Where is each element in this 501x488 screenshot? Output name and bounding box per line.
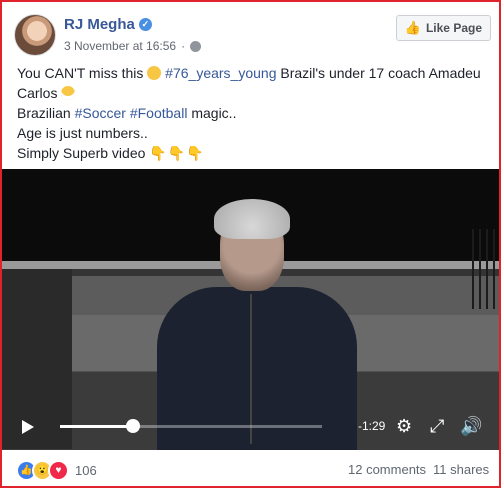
post-card: RJ Megha ✓ 3 November at 16:56 · 👍 Like … <box>0 0 501 488</box>
reaction-count: 106 <box>75 463 97 478</box>
fullscreen-icon[interactable]: ⤢ <box>430 415 444 437</box>
author-avatar[interactable] <box>14 14 56 56</box>
hashtag-football[interactable]: #Football <box>130 105 188 121</box>
coach-hair <box>214 199 290 239</box>
fence <box>472 229 499 309</box>
video-progress-track[interactable] <box>60 419 322 433</box>
post-timestamp[interactable]: 3 November at 16:56 <box>64 39 176 53</box>
text-line-4: Age is just numbers.. <box>17 125 148 141</box>
hot-face-emoji-icon <box>147 66 162 80</box>
play-icon[interactable] <box>22 420 34 434</box>
grimacing-emoji-icon <box>61 86 76 100</box>
like-page-button[interactable]: 👍 Like Page <box>395 15 491 41</box>
post-footer: 👍 😮 ♥ 106 12 comments 11 shares <box>2 450 499 486</box>
author-name[interactable]: RJ Megha <box>64 16 135 33</box>
reactions-summary[interactable]: 👍 😮 ♥ 106 <box>16 460 97 481</box>
like-page-label: Like Page <box>425 21 482 35</box>
video-player[interactable]: -1:29 ⚙ ⤢ 🔊 <box>2 169 499 450</box>
comments-count-link[interactable]: 12 comments <box>348 462 426 477</box>
time-remaining: -1:29 <box>358 419 386 433</box>
love-reaction-icon: ♥ <box>48 460 69 481</box>
pointing-down-emoji-icon: 👇👇👇 <box>149 145 205 161</box>
text-line-5: Simply Superb video 👇👇👇 <box>17 145 205 161</box>
text-line-1: You CAN'T miss this #76_years_young Braz… <box>17 65 481 81</box>
author-row: RJ Megha ✓ <box>64 16 152 33</box>
hashtag-76-years-young[interactable]: #76_years_young <box>165 65 276 81</box>
globe-icon <box>190 40 202 52</box>
text-line-3: Brazilian #Soccer #Football magic.. <box>17 105 237 121</box>
text-line-2: Carlos <box>17 83 487 103</box>
scrubber-handle[interactable] <box>126 419 141 433</box>
post-meta: 3 November at 16:56 · <box>64 39 202 53</box>
video-controls: -1:29 ⚙ ⤢ 🔊 <box>2 407 499 447</box>
settings-gear-icon[interactable]: ⚙ <box>396 415 412 437</box>
post-header: RJ Megha ✓ 3 November at 16:56 · 👍 Like … <box>10 10 491 56</box>
verified-badge-icon: ✓ <box>138 18 152 31</box>
shares-count-link[interactable]: 11 shares <box>433 462 489 477</box>
volume-icon[interactable]: 🔊 <box>460 415 482 437</box>
post-text: You CAN'T miss this #76_years_young Braz… <box>17 63 487 163</box>
thumbs-up-icon: 👍 <box>404 20 421 35</box>
hashtag-soccer[interactable]: #Soccer <box>75 105 126 121</box>
video-progress-fill <box>60 425 134 428</box>
